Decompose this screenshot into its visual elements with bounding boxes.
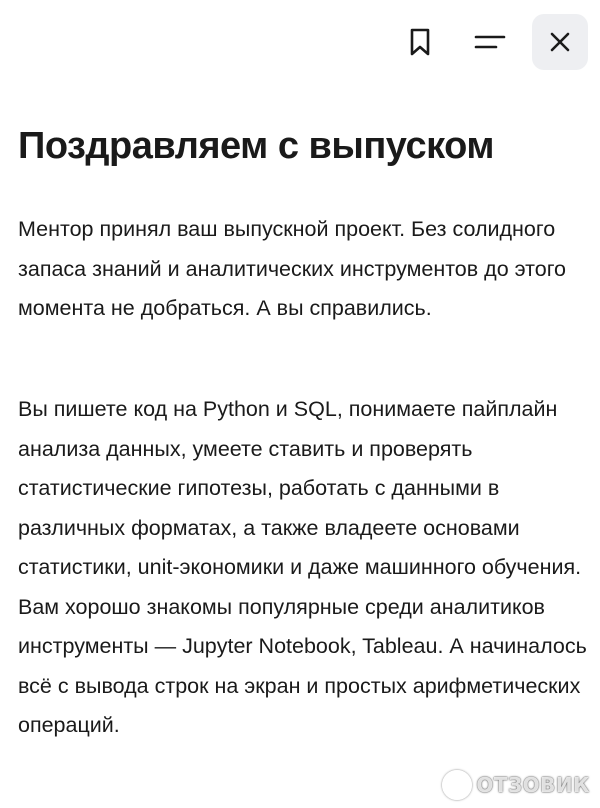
watermark: ОТЗОВИК [442, 770, 590, 800]
article-title: Поздравляем с выпуском [18, 125, 494, 167]
article-paragraph-1: Ментор принял ваш выпускной проект. Без … [18, 217, 567, 320]
bookmark-button[interactable] [392, 14, 448, 70]
close-icon [550, 32, 570, 52]
menu-button[interactable] [462, 14, 518, 70]
watermark-text: ОТЗОВИК [476, 773, 590, 797]
bookmark-icon [410, 28, 430, 56]
close-button[interactable] [532, 14, 588, 70]
watermark-logo-icon [442, 770, 473, 800]
article-paragraph-2: Вы пишете код на Python и SQL, понимаете… [18, 397, 587, 737]
menu-icon [474, 35, 506, 49]
toolbar [378, 14, 588, 70]
